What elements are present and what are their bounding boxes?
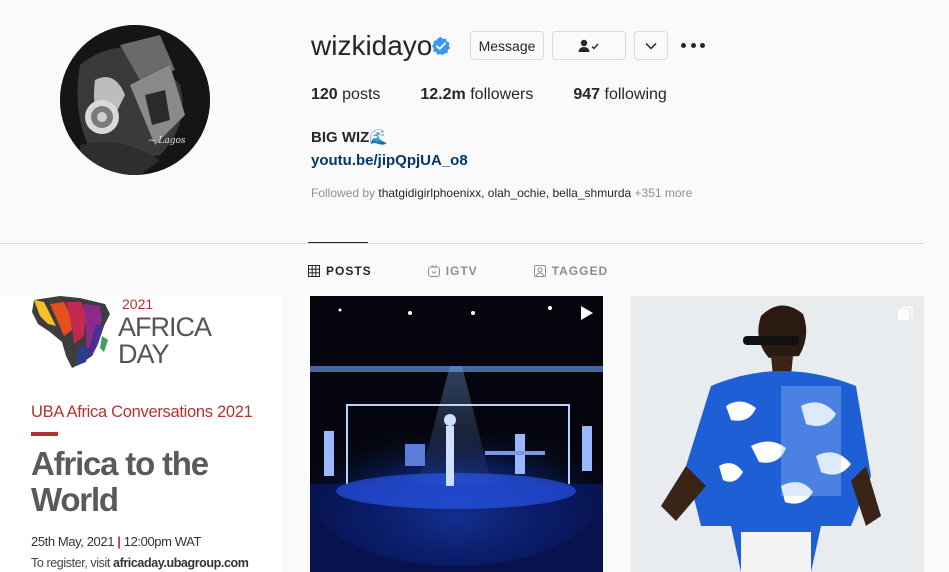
bio-link[interactable]: youtu.be/jipQpjUA_o8 [311,152,468,169]
post-tile-stage-video[interactable] [310,296,603,572]
followed-by-names: thatgidigirlphoenixx, olah_ochie, bella_… [378,186,632,200]
flyer-date-time: 25th May, 2021 | 12:00pm WAT [31,534,201,549]
flyer-year: 2021 [122,296,154,312]
tab-igtv-label: IGTV [445,264,478,278]
followers-count: 12.2m [420,86,466,103]
grid-icon [308,265,320,277]
flyer-headline-line2: World [31,481,119,518]
tab-tagged[interactable]: TAGGED [533,264,609,278]
profile-tabs: POSTS IGTV TAGGED [308,264,664,278]
followers-label: followers [470,86,534,103]
chevron-down-icon [645,42,657,50]
tab-posts[interactable]: POSTS [308,264,372,278]
followed-by-more: +351 more [631,186,693,200]
tab-tagged-label: TAGGED [551,264,609,278]
tab-posts-label: POSTS [326,264,372,278]
flyer-register: To register, visit africaday.ubagroup.co… [31,556,249,570]
followers-stat[interactable]: 12.2m followers [420,86,533,104]
person-check-icon [578,39,599,52]
multiple-images-icon [898,306,913,320]
bio-full-name: BIG WIZ🌊 [311,129,388,146]
posts-count: 120 [311,86,338,103]
post-tile-portrait[interactable] [631,296,924,572]
more-options-icon[interactable] [681,35,705,55]
posts-label: posts [342,86,381,103]
flyer-register-prefix: To register, visit [31,556,114,570]
profile-stats: 120 posts 12.2m followers 947 following [311,86,707,104]
message-button[interactable]: Message [470,31,544,60]
following-label: following [604,86,667,103]
flyer-date: 25th May, 2021 [31,534,115,549]
following-count: 947 [573,86,601,103]
flyer-separator: | [117,534,121,549]
flyer-accent-bar [31,432,58,436]
following-stat[interactable]: 947 following [573,86,666,104]
tagged-icon [533,265,546,277]
flyer-register-url: africaday.ubagroup.com [113,556,249,570]
followed-by-prefix: Followed by [311,186,379,200]
flyer-time: 12:00pm WAT [123,534,202,549]
flyer-conversations: UBA Africa Conversations 2021 [31,403,253,421]
followed-by[interactable]: Followed by thatgidigirlphoenixx, olah_o… [311,186,692,200]
video-play-icon [581,306,593,320]
suggested-accounts-button[interactable] [634,31,668,60]
profile-username: wizkidayo [311,30,433,61]
profile-avatar[interactable]: ~ Lagos [60,25,210,175]
following-button[interactable] [552,31,626,60]
tab-igtv[interactable]: IGTV [427,264,478,278]
igtv-icon [427,265,440,277]
tabs-divider [0,243,924,244]
svg-text:~ Lagos: ~ Lagos [148,136,186,146]
active-tab-indicator [308,242,368,243]
posts-stat: 120 posts [311,86,380,104]
flyer-headline-line1: Africa to the [31,445,209,482]
flyer-title-line2: DAY [118,339,170,369]
verified-badge-icon [432,37,450,55]
